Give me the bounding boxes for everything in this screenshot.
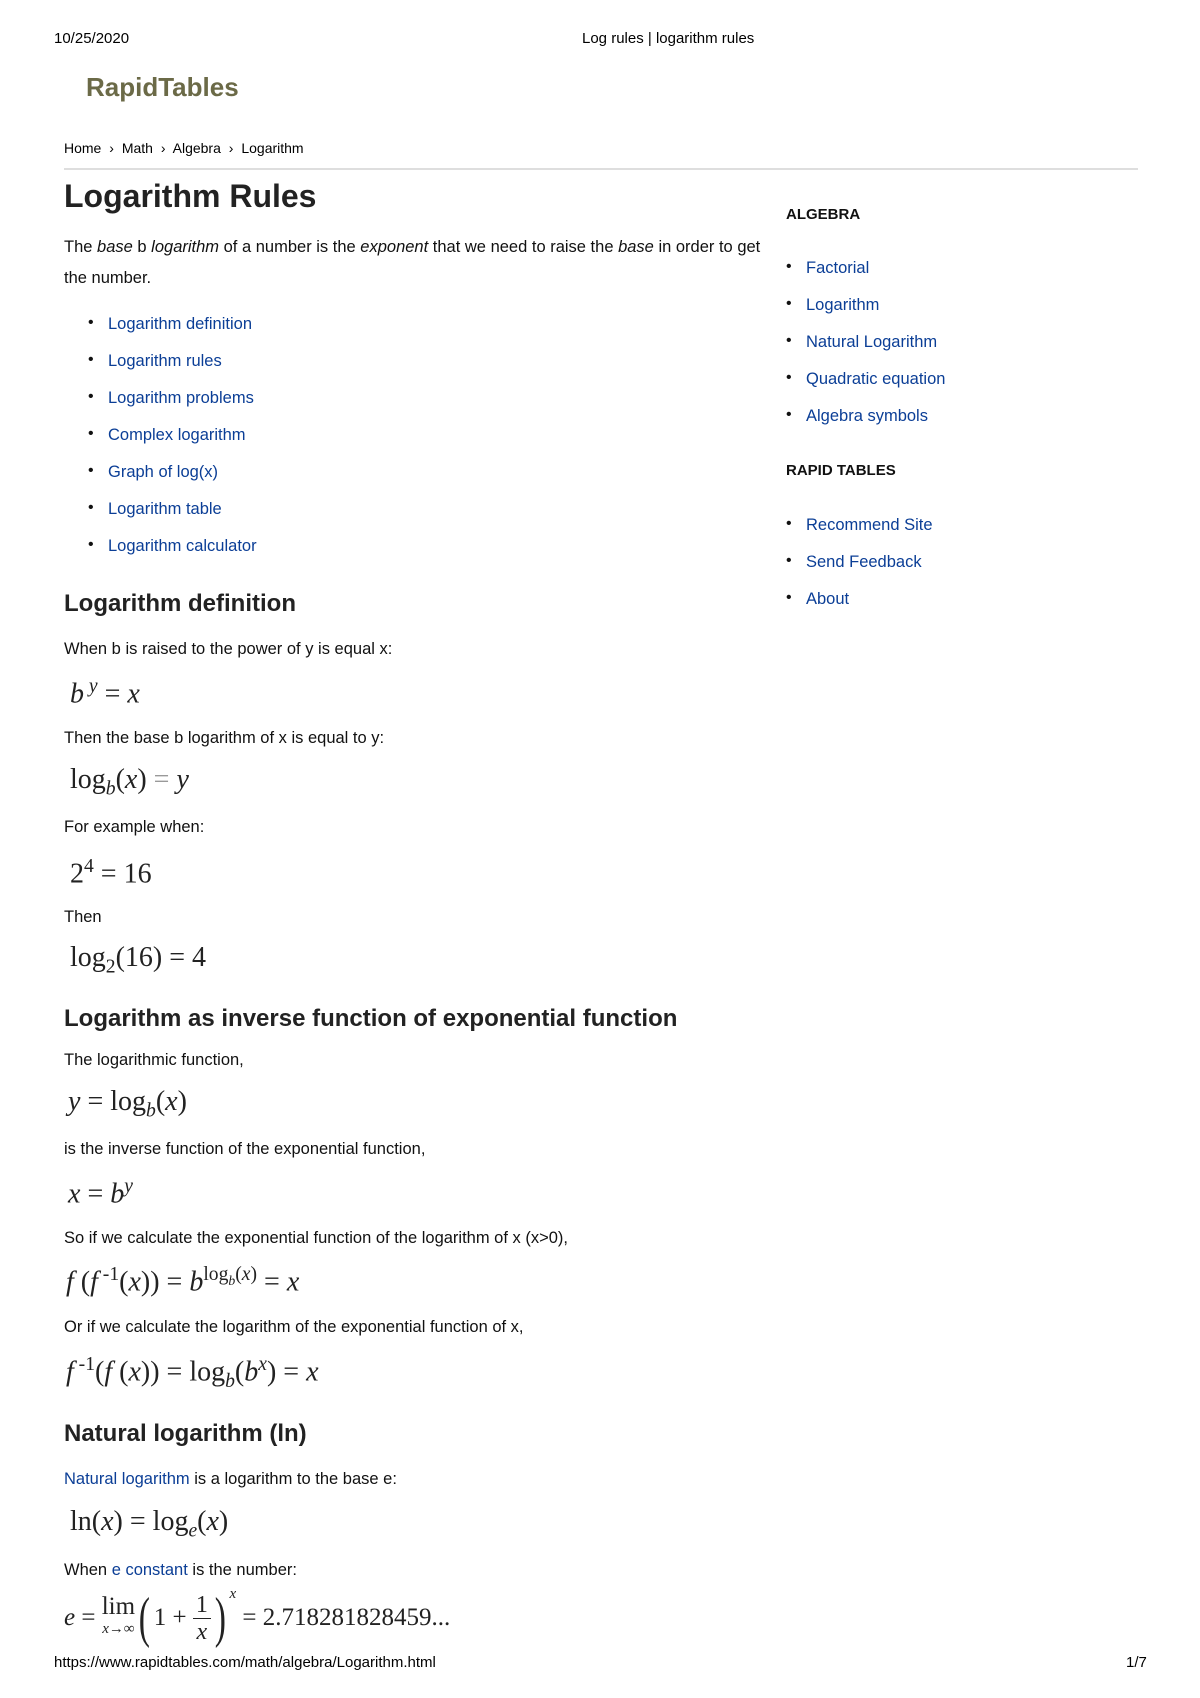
page-title: Logarithm Rules xyxy=(64,178,317,214)
sidebar-heading-rapid-tables: RAPID TABLES xyxy=(786,462,896,479)
breadcrumb-algebra[interactable]: Algebra xyxy=(173,140,221,156)
print-title: Log rules | logarithm rules xyxy=(582,30,755,47)
footer-url: https://www.rapidtables.com/math/algebra… xyxy=(54,1654,436,1671)
equation-log2-16: log2(16) = 4 xyxy=(70,942,207,978)
breadcrumb: Home › Math › Algebra › Logarithm xyxy=(64,140,308,156)
inverse-paragraph-1: The logarithmic function, xyxy=(64,1051,244,1069)
toc-link-complex[interactable]: Complex logarithm xyxy=(88,425,245,445)
natural-paragraph-1: Natural logarithm is a logarithm to the … xyxy=(64,1470,397,1488)
sidebar-heading-algebra: ALGEBRA xyxy=(786,206,861,223)
e-constant-link[interactable]: e constant xyxy=(112,1561,188,1579)
sidebar-link-send-feedback[interactable]: Send Feedback xyxy=(786,552,922,572)
breadcrumb-separator: › xyxy=(228,140,234,156)
site-logo[interactable]: RapidTables xyxy=(86,72,239,103)
section-heading-inverse: Logarithm as inverse function of exponen… xyxy=(64,1005,678,1032)
toc-link-calculator[interactable]: Logarithm calculator xyxy=(88,536,257,556)
section-heading-definition: Logarithm definition xyxy=(64,590,296,617)
equation-e-limit: e = lim x→∞ (1 + 1 x) x = 2.718281828459... xyxy=(64,1586,451,1649)
print-date: 10/25/2020 xyxy=(54,30,130,47)
section-heading-natural-log: Natural logarithm (ln) xyxy=(64,1420,307,1447)
toc-link-problems[interactable]: Logarithm problems xyxy=(88,388,254,408)
footer-page-number: 1/7 xyxy=(1126,1654,1147,1671)
natural-logarithm-link[interactable]: Natural logarithm xyxy=(64,1470,190,1488)
breadcrumb-math[interactable]: Math xyxy=(122,140,153,156)
equation-finv-f: f -1(f (x)) = logb(bx) = x xyxy=(66,1354,319,1392)
breadcrumb-separator: › xyxy=(160,140,166,156)
definition-paragraph-3: For example when: xyxy=(64,818,205,836)
definition-paragraph-1: When b is raised to the power of y is eq… xyxy=(64,640,393,658)
definition-paragraph-2: Then the base b logarithm of x is equal … xyxy=(64,729,385,747)
sidebar-link-quadratic-equation[interactable]: Quadratic equation xyxy=(786,369,946,389)
inverse-paragraph-2: is the inverse function of the exponenti… xyxy=(64,1140,426,1158)
intro-paragraph: The base b logarithm of a number is the … xyxy=(64,238,761,287)
sidebar-link-factorial[interactable]: Factorial xyxy=(786,258,869,278)
equation-ln: ln(x) = loge(x) xyxy=(70,1506,229,1542)
header-divider xyxy=(64,168,1138,170)
sidebar-link-recommend-site[interactable]: Recommend Site xyxy=(786,515,932,535)
equation-x-b-pow-y: x = by xyxy=(68,1176,133,1210)
sidebar-link-natural-logarithm[interactable]: Natural Logarithm xyxy=(786,332,937,352)
equation-b-pow-y: b y = x xyxy=(70,676,140,710)
toc-link-definition[interactable]: Logarithm definition xyxy=(88,314,252,334)
sidebar-link-algebra-symbols[interactable]: Algebra symbols xyxy=(786,406,928,426)
inverse-paragraph-3: So if we calculate the exponential funct… xyxy=(64,1229,568,1247)
toc-link-graph[interactable]: Graph of log(x) xyxy=(88,462,218,482)
sidebar-link-logarithm[interactable]: Logarithm xyxy=(786,295,879,315)
definition-paragraph-4: Then xyxy=(64,908,102,926)
breadcrumb-home[interactable]: Home xyxy=(64,140,101,156)
equation-log-b-x: logb(x) = y xyxy=(70,764,189,800)
breadcrumb-logarithm[interactable]: Logarithm xyxy=(241,140,303,156)
equation-y-log: y = logb(x) xyxy=(68,1086,187,1122)
toc-link-rules[interactable]: Logarithm rules xyxy=(88,351,222,371)
equation-example: 24 = 16 xyxy=(70,856,152,890)
equation-f-finv: f (f -1(x)) = blogb(x) = x xyxy=(66,1264,300,1298)
toc-link-table[interactable]: Logarithm table xyxy=(88,499,222,519)
natural-paragraph-2: When e constant is the number: xyxy=(64,1561,297,1579)
breadcrumb-separator: › xyxy=(109,140,114,156)
sidebar-link-about[interactable]: About xyxy=(786,589,849,609)
inverse-paragraph-4: Or if we calculate the logarithm of the … xyxy=(64,1318,524,1336)
